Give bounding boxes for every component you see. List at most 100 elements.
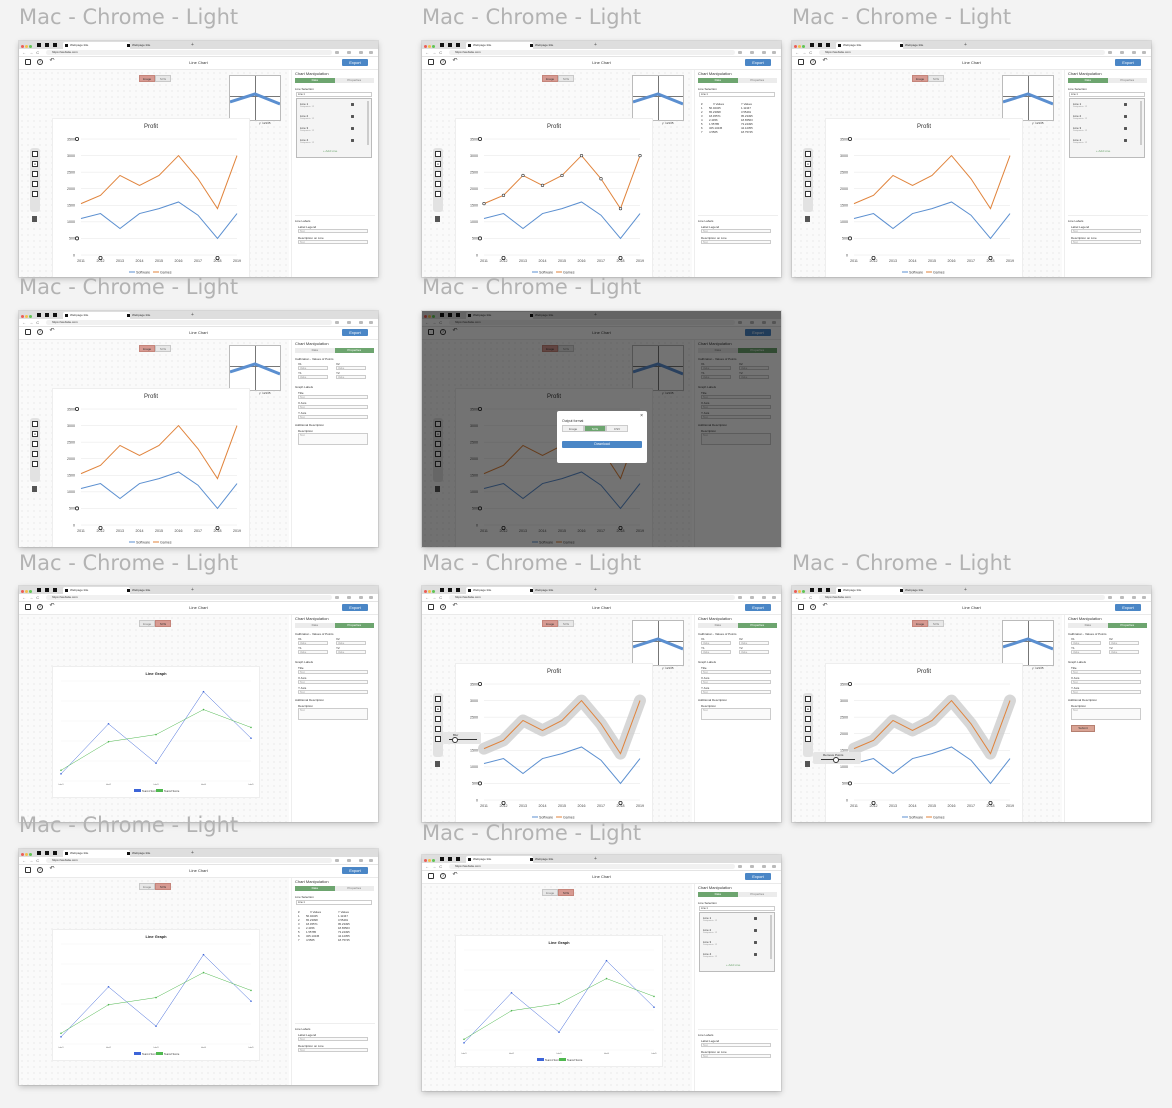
minimize-dot[interactable] [798, 590, 801, 593]
line-select[interactable]: Line 1 [699, 92, 775, 97]
tab-data[interactable]: Data [698, 623, 738, 628]
tab-properties[interactable]: Properties [1107, 623, 1147, 628]
list-scrollbar[interactable] [367, 101, 369, 145]
line-list-item[interactable]: Line 2 Datapoints: 12 [1073, 114, 1087, 120]
list-scrollbar[interactable] [1140, 101, 1142, 145]
tab-properties[interactable]: Properties [1107, 78, 1147, 83]
toggle-image[interactable]: Image [542, 620, 558, 627]
browser-tab[interactable]: Webpage title [836, 42, 903, 49]
extensions-icon[interactable] [750, 51, 754, 54]
browser-tab[interactable]: Webpage title [125, 850, 192, 857]
delete-line-icon[interactable] [1124, 115, 1127, 118]
y-axis-input[interactable]: Text [298, 690, 368, 694]
new-tab-button[interactable]: + [191, 42, 194, 48]
close-dot[interactable] [21, 45, 24, 48]
y-axis-input[interactable]: Text [298, 415, 368, 419]
axis-tool-icon[interactable]: A [32, 161, 38, 167]
toggle-svg[interactable]: SVG [558, 889, 574, 896]
trash-tool-icon[interactable] [805, 216, 810, 222]
new-tab-button[interactable]: + [191, 587, 194, 593]
zoom-dot[interactable] [29, 45, 32, 48]
toggle-svg[interactable]: SVG [558, 620, 574, 627]
url-field[interactable]: https://website.com [819, 595, 1105, 600]
target-tool-icon[interactable] [32, 181, 38, 187]
close-dot[interactable] [424, 45, 427, 48]
tab-data[interactable]: Data [295, 886, 335, 891]
browser-tab[interactable]: Webpage title [466, 856, 533, 863]
profile-icon[interactable] [762, 51, 766, 54]
nav-buttons[interactable]: ← → C [22, 319, 40, 326]
bookmark-icon[interactable] [335, 859, 339, 862]
x2-input[interactable]: Value [336, 366, 366, 370]
bookmark-icon[interactable] [1108, 51, 1112, 54]
menu-icon[interactable] [369, 596, 373, 599]
x1-input[interactable]: Value [298, 366, 328, 370]
nav-buttons[interactable]: ← → C [425, 594, 443, 601]
zoom-dot[interactable] [29, 315, 32, 318]
minimize-dot[interactable] [428, 859, 431, 862]
y2-input[interactable]: Value [1109, 650, 1139, 654]
delete-line-icon[interactable] [351, 139, 354, 142]
extensions-icon[interactable] [1120, 596, 1124, 599]
y-axis-input[interactable]: Text [1071, 690, 1141, 694]
format-option-image[interactable]: Image [562, 425, 584, 432]
bookmark-icon[interactable] [335, 51, 339, 54]
profile-icon[interactable] [359, 51, 363, 54]
export-button[interactable]: Export [342, 604, 368, 611]
target-tool-icon[interactable] [435, 181, 441, 187]
extensions-icon[interactable] [750, 865, 754, 868]
trash-tool-icon[interactable] [32, 216, 37, 222]
menu-icon[interactable] [772, 596, 776, 599]
select-tool-icon[interactable] [435, 716, 441, 722]
browser-tab[interactable]: Webpage title [528, 42, 595, 49]
label-legend-input[interactable]: Text [1071, 229, 1141, 233]
tab-properties[interactable]: Properties [737, 623, 777, 628]
axis-tool-icon[interactable]: A [805, 161, 811, 167]
nav-buttons[interactable]: ← → C [22, 49, 40, 56]
tab-data[interactable]: Data [698, 892, 738, 897]
play-tool-icon[interactable] [805, 736, 811, 742]
add-line-button[interactable]: + Add Line [726, 963, 740, 967]
profile-icon[interactable] [762, 596, 766, 599]
line-list-item[interactable]: Line 4 Datapoints: 12 [703, 952, 717, 958]
browser-tab[interactable]: Webpage title [466, 587, 533, 594]
tab-properties[interactable]: Properties [737, 892, 777, 897]
target-tool-icon[interactable] [805, 181, 811, 187]
browser-tab[interactable]: Webpage title [63, 587, 130, 594]
line-list-item[interactable]: Line 1 Datapoints: 12 [703, 916, 717, 922]
tab-properties[interactable]: Properties [334, 623, 374, 628]
browser-tab[interactable]: Webpage title [528, 587, 595, 594]
description-textarea[interactable]: Text [701, 708, 771, 720]
profile-icon[interactable] [359, 859, 363, 862]
extensions-icon[interactable] [1120, 51, 1124, 54]
tab-properties[interactable]: Properties [334, 78, 374, 83]
url-field[interactable]: https://website.com [46, 320, 332, 325]
minimize-dot[interactable] [25, 853, 28, 856]
bookmark-icon[interactable] [738, 865, 742, 868]
y1-input[interactable]: Value [298, 375, 328, 379]
close-dot[interactable] [21, 590, 24, 593]
new-tab-button[interactable]: + [594, 856, 597, 862]
y2-input[interactable]: Value [739, 650, 769, 654]
browser-tab[interactable]: Webpage title [125, 587, 192, 594]
select-tool-icon[interactable] [32, 171, 38, 177]
tab-data[interactable]: Data [698, 78, 738, 83]
line-list-item[interactable]: Line 2 Datapoints: 12 [300, 114, 314, 120]
menu-icon[interactable] [1142, 596, 1146, 599]
export-button[interactable]: Export [1115, 59, 1141, 66]
format-option-svg[interactable]: SVG [584, 425, 606, 432]
browser-tab[interactable]: Webpage title [898, 587, 965, 594]
minimize-dot[interactable] [798, 45, 801, 48]
select-tool-icon[interactable] [32, 441, 38, 447]
axis-tool-icon[interactable]: A [435, 161, 441, 167]
tab-properties[interactable]: Properties [334, 348, 374, 353]
line-list-item[interactable]: Line 3 Datapoints: 12 [1073, 126, 1087, 132]
zoom-dot[interactable] [802, 45, 805, 48]
nav-buttons[interactable]: ← → C [22, 857, 40, 864]
label-legend-input[interactable]: Text [701, 1043, 771, 1047]
toggle-image[interactable]: Image [912, 75, 928, 82]
play-tool-icon[interactable] [435, 736, 441, 742]
bookmark-icon[interactable] [738, 51, 742, 54]
bookmark-icon[interactable] [738, 596, 742, 599]
delete-line-icon[interactable] [1124, 139, 1127, 142]
